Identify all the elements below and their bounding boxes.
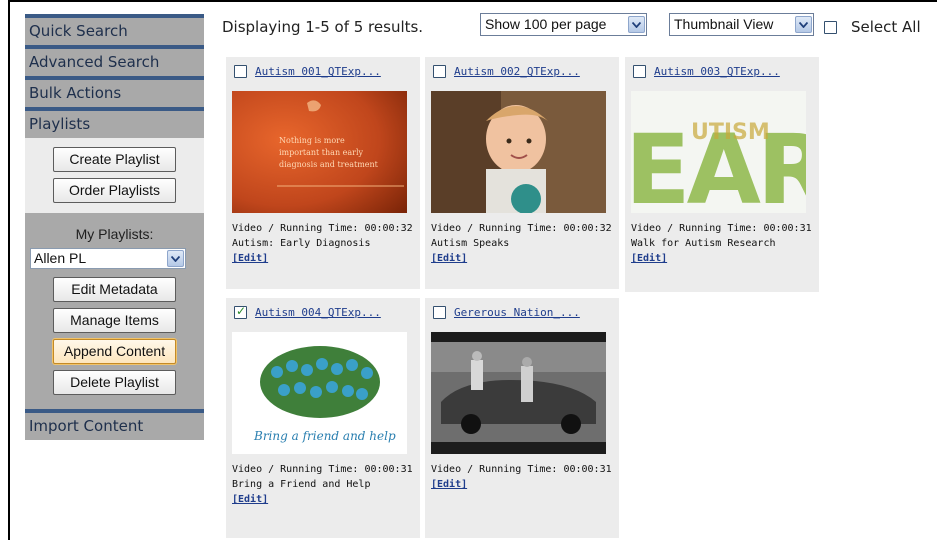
card-title: Autism 002_QTExp... xyxy=(433,65,580,78)
nav-import-content[interactable]: Import Content xyxy=(25,409,204,440)
results-count: Displaying 1-5 of 5 results. xyxy=(222,18,424,36)
card-meta: Video / Running Time: 00:00:31 [Edit] xyxy=(431,462,612,492)
chevron-down-icon xyxy=(167,250,184,267)
card-title-link[interactable]: Autism 002_QTExp... xyxy=(454,65,580,78)
running-time: Video / Running Time: 00:00:31 xyxy=(232,464,413,475)
running-time: Video / Running Time: 00:00:31 xyxy=(631,223,812,234)
video-thumbnail[interactable] xyxy=(431,91,606,213)
running-time: Video / Running Time: 00:00:31 xyxy=(431,464,612,475)
playlist-select-value: Allen PL xyxy=(34,250,87,266)
select-all[interactable]: Select All xyxy=(824,18,921,36)
card-checkbox[interactable] xyxy=(234,304,247,319)
chevron-down-icon xyxy=(795,16,812,33)
card-description: Autism Speaks xyxy=(431,238,510,249)
card-checkbox[interactable] xyxy=(234,65,247,78)
card-title: Autism 001_QTExp... xyxy=(234,65,381,78)
my-playlists-panel: My Playlists: Allen PL Edit Metadata Man… xyxy=(25,213,204,409)
select-all-label: Select All xyxy=(851,18,921,36)
playlist-actions: Create Playlist Order Playlists xyxy=(25,138,204,213)
per-page-select[interactable]: Show 100 per page xyxy=(480,13,647,36)
thumb-caption-2: important than early xyxy=(279,148,364,157)
card-meta: Video / Running Time: 00:00:32 Autism: E… xyxy=(232,221,413,266)
card-checkbox[interactable] xyxy=(633,65,646,78)
edit-metadata-button[interactable]: Edit Metadata xyxy=(53,277,176,302)
video-thumbnail[interactable]: Nothing is more important than early dia… xyxy=(232,91,407,213)
result-card: Autism 004_QTExp... Bring a friend and h… xyxy=(226,298,420,538)
card-meta: Video / Running Time: 00:00:32 Autism Sp… xyxy=(431,221,612,266)
edit-link[interactable]: [Edit] xyxy=(431,477,612,492)
edit-link[interactable]: [Edit] xyxy=(631,251,812,266)
edit-link[interactable]: [Edit] xyxy=(232,492,413,507)
card-title-link[interactable]: Gererous Nation_... xyxy=(454,306,580,319)
thumb-caption-1: Nothing is more xyxy=(279,136,345,145)
result-card: Gererous Nation_... Video / Running Time… xyxy=(425,298,619,538)
order-playlists-button[interactable]: Order Playlists xyxy=(53,178,176,203)
card-meta: Video / Running Time: 00:00:31 Bring a F… xyxy=(232,462,413,507)
nav-quick-search[interactable]: Quick Search xyxy=(25,14,204,45)
card-title-link[interactable]: Autism 001_QTExp... xyxy=(255,65,381,78)
append-content-button[interactable]: Append Content xyxy=(53,339,176,364)
edit-link[interactable]: [Edit] xyxy=(232,251,413,266)
card-description: Autism: Early Diagnosis xyxy=(232,238,371,249)
running-time: Video / Running Time: 00:00:32 xyxy=(431,223,612,234)
running-time: Video / Running Time: 00:00:32 xyxy=(232,223,413,234)
card-title-link[interactable]: Autism 003_QTExp... xyxy=(654,65,780,78)
svg-text:UTISM: UTISM xyxy=(691,120,770,145)
per-page-value: Show 100 per page xyxy=(485,16,607,32)
card-checkbox[interactable] xyxy=(433,306,446,319)
result-card: Autism 002_QTExp... Video / Running Time… xyxy=(425,57,619,289)
nav-advanced-search[interactable]: Advanced Search xyxy=(25,45,204,76)
view-mode-value: Thumbnail View xyxy=(674,16,774,32)
video-thumbnail[interactable]: EAR UTISM xyxy=(631,91,806,213)
result-card: Autism 003_QTExp... EAR UTISM Video / Ru… xyxy=(625,57,819,292)
create-playlist-button[interactable]: Create Playlist xyxy=(53,147,176,172)
card-title: Autism 004_QTExp... xyxy=(234,304,381,319)
video-thumbnail[interactable] xyxy=(431,332,606,454)
my-playlists-label: My Playlists: xyxy=(75,226,154,242)
view-mode-select[interactable]: Thumbnail View xyxy=(669,13,814,36)
nav-bulk-actions[interactable]: Bulk Actions xyxy=(25,76,204,107)
edit-link[interactable]: [Edit] xyxy=(431,251,612,266)
card-checkbox[interactable] xyxy=(433,65,446,78)
chevron-down-icon xyxy=(628,16,645,33)
delete-playlist-button[interactable]: Delete Playlist xyxy=(53,370,176,395)
result-card: Autism 001_QTExp... Nothing is more impo… xyxy=(226,57,420,289)
card-title-link[interactable]: Autism 004_QTExp... xyxy=(255,306,381,319)
select-all-checkbox[interactable] xyxy=(824,20,837,34)
sidebar: Quick Search Advanced Search Bulk Action… xyxy=(25,14,204,440)
playlist-select[interactable]: Allen PL xyxy=(30,248,186,269)
card-title: Autism 003_QTExp... xyxy=(633,65,780,78)
card-meta: Video / Running Time: 00:00:31 Walk for … xyxy=(631,221,812,266)
video-thumbnail[interactable]: Bring a friend and help xyxy=(232,332,407,454)
nav-playlists[interactable]: Playlists xyxy=(25,107,204,138)
thumb-caption: Bring a friend and help xyxy=(253,429,396,443)
manage-items-button[interactable]: Manage Items xyxy=(53,308,176,333)
card-description: Bring a Friend and Help xyxy=(232,479,371,490)
thumb-caption-3: diagnosis and treatment xyxy=(279,160,379,169)
card-description: Walk for Autism Research xyxy=(631,238,776,249)
card-title: Gererous Nation_... xyxy=(433,306,580,319)
